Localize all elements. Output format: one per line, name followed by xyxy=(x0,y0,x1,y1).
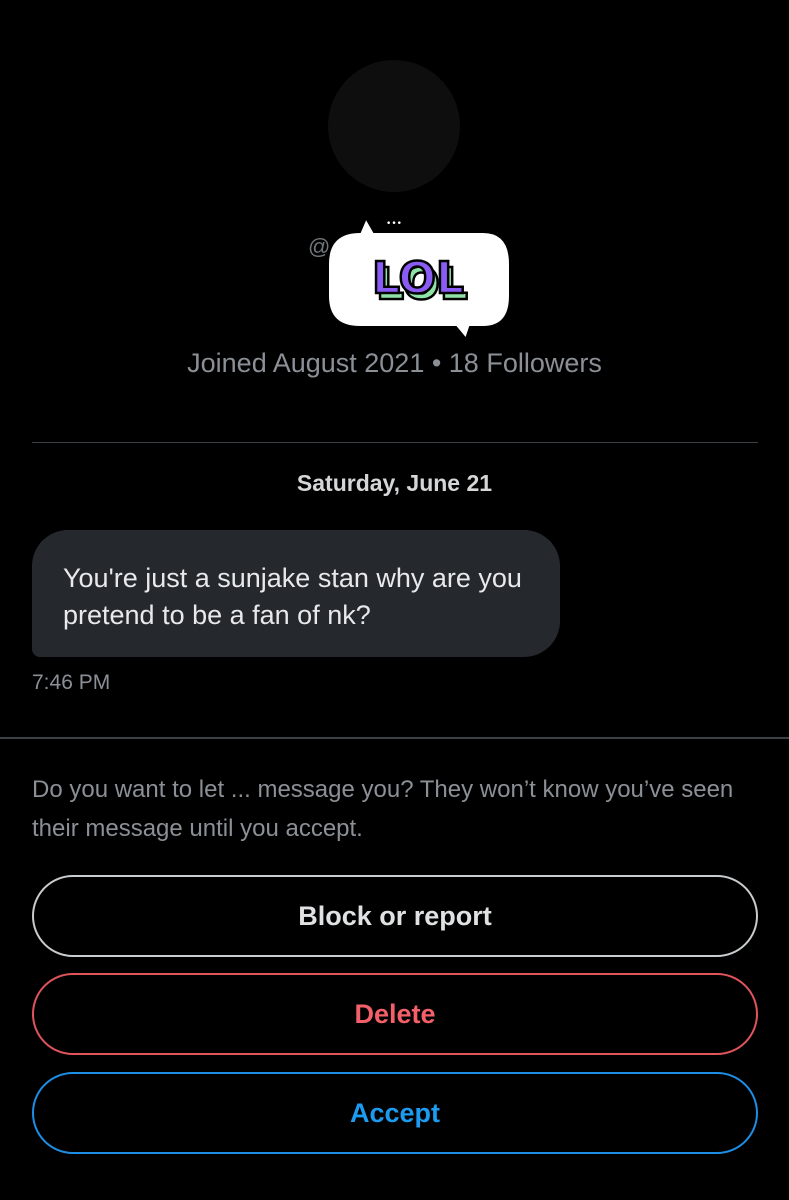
accept-button[interactable]: Accept xyxy=(32,1072,758,1154)
delete-button[interactable]: Delete xyxy=(32,973,758,1055)
joined-info: Joined August 2021 • 18 Followers xyxy=(187,348,602,378)
message-text: You're just a sunjake stan why are you p… xyxy=(63,563,522,630)
message-timestamp: 7:46 PM xyxy=(32,671,111,694)
message-bubble[interactable]: You're just a sunjake stan why are you p… xyxy=(32,530,560,657)
avatar[interactable] xyxy=(328,60,460,192)
sticker-text: LOL xyxy=(372,253,464,304)
block-or-report-button[interactable]: Block or report xyxy=(32,875,758,957)
date-separator: Saturday, June 21 xyxy=(296,470,493,496)
divider xyxy=(0,737,789,739)
request-prompt: Do you want to let ... message you? They… xyxy=(32,776,734,842)
lol-sticker: ••• LOL LOL xyxy=(327,215,511,342)
divider xyxy=(32,442,758,443)
sticker-dots: ••• xyxy=(386,219,402,229)
